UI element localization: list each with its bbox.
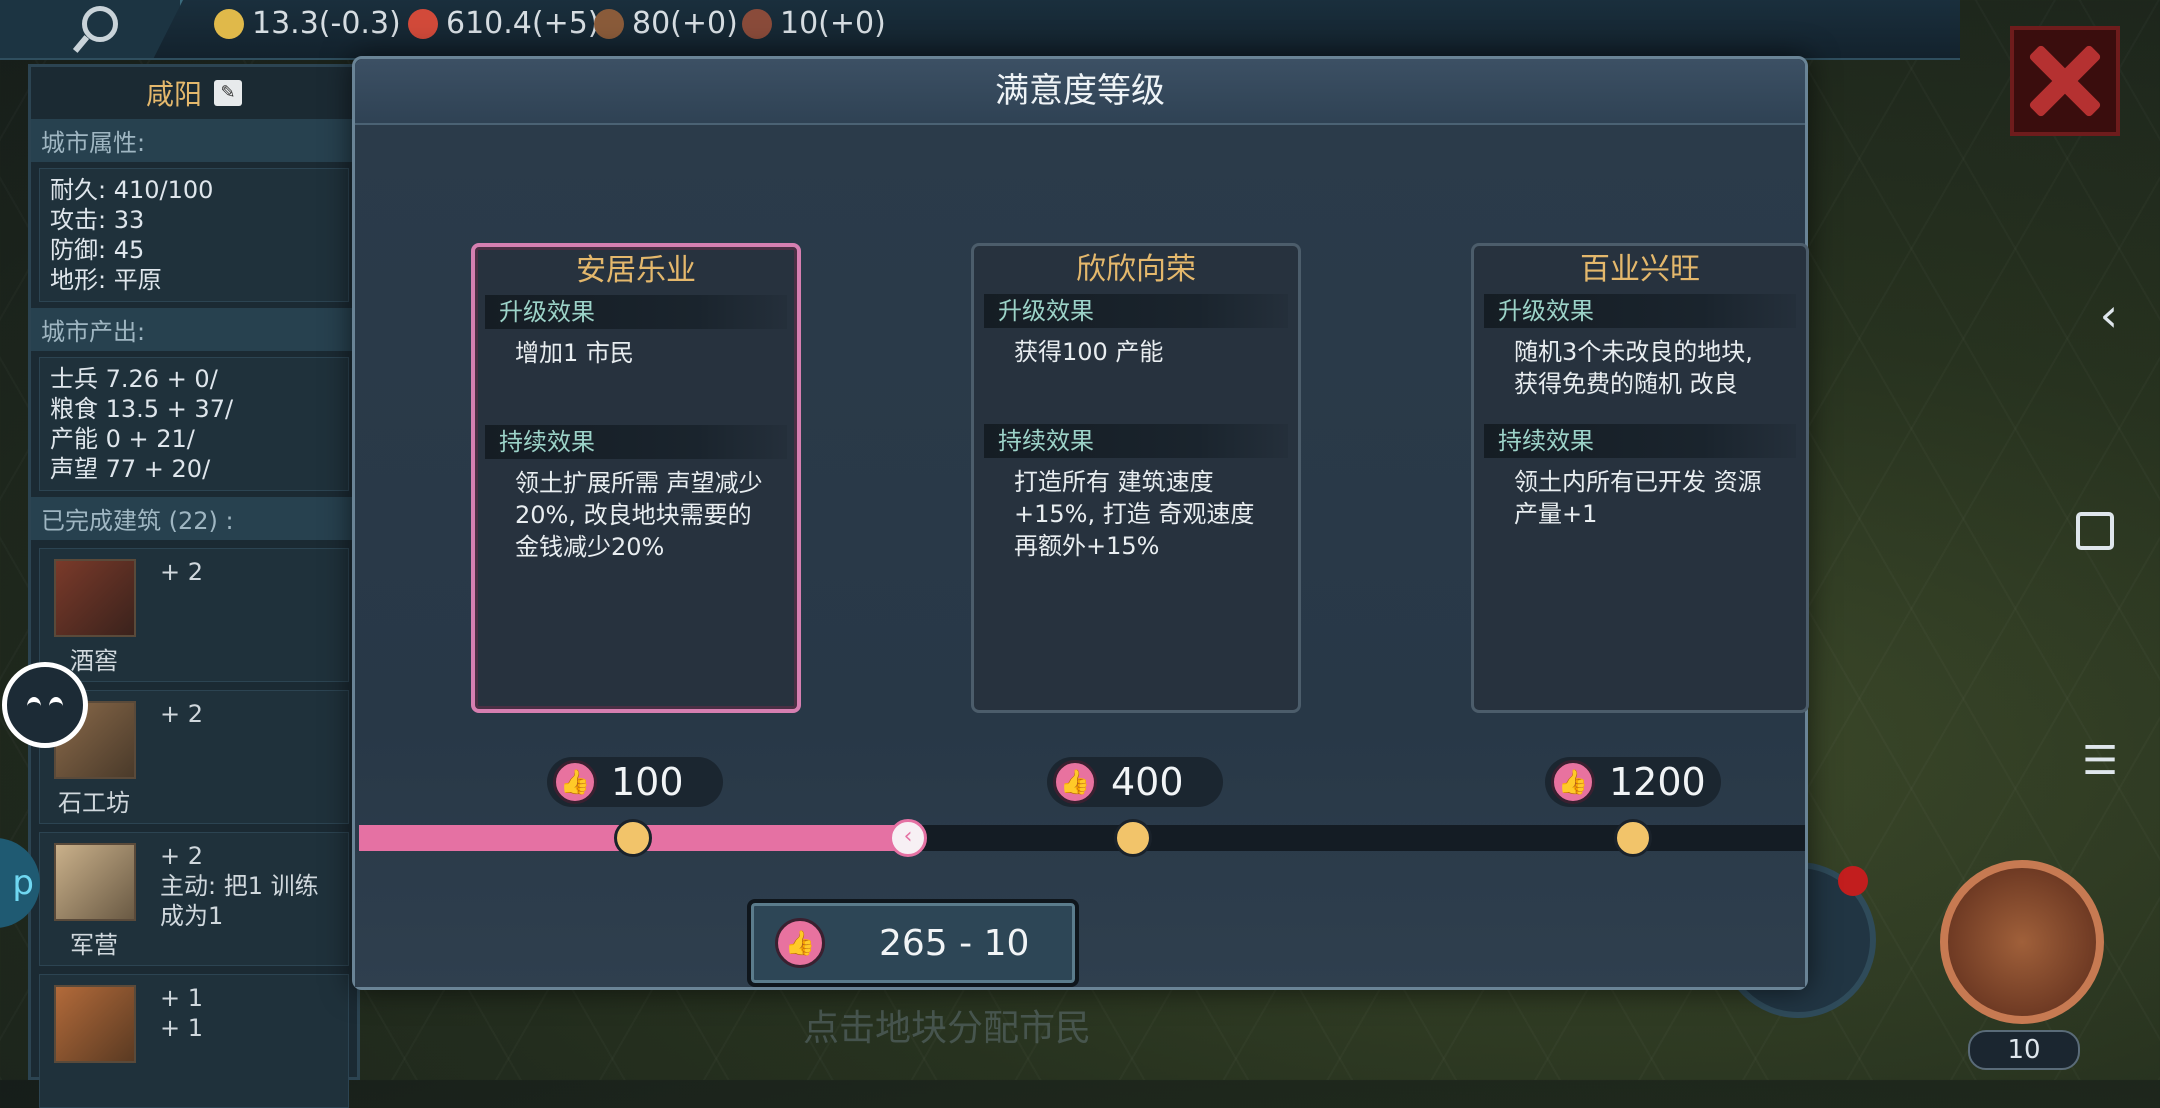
level-node-2 xyxy=(1114,819,1152,857)
current-position-marker: ‹ xyxy=(889,819,927,857)
thumbs-up-icon: 👍 xyxy=(553,760,597,804)
threshold-badge-2: 👍 400 xyxy=(1047,757,1223,807)
threshold-badge-3: 👍 1200 xyxy=(1545,757,1721,807)
level-card-3[interactable]: 百业兴旺 升级效果 随机3个未改良的地块, 获得免费的随机 改良 持续效果 领土… xyxy=(1471,243,1809,713)
building-item[interactable]: + 1 + 1 xyxy=(39,974,349,1108)
notification-dot xyxy=(1838,866,1868,896)
threshold-badge-1: 👍 100 xyxy=(547,757,723,807)
home-nav-icon[interactable] xyxy=(2076,512,2114,550)
search-button[interactable] xyxy=(0,0,183,58)
close-button[interactable] xyxy=(2010,26,2120,136)
building-thumb xyxy=(54,985,136,1063)
building-thumb xyxy=(54,559,136,637)
city-attr-header: 城市属性: xyxy=(31,119,357,162)
background-hint-text: 点击地块分配市民 xyxy=(803,1008,1092,1049)
assistant-avatar[interactable] xyxy=(2,662,88,748)
level-node-3 xyxy=(1614,819,1652,857)
city-panel: 咸阳 ✎ 城市属性: 耐久: 410/100 攻击: 33 防御: 45 地形:… xyxy=(28,64,360,1108)
ore-resource: 10(+0) xyxy=(742,6,886,41)
building-item[interactable]: 军营 + 2 主动: 把1 训练 成为1 xyxy=(39,832,349,966)
level-node-1 xyxy=(614,819,652,857)
edit-icon[interactable]: ✎ xyxy=(214,80,242,106)
city-wonder-button[interactable] xyxy=(1940,860,2104,1024)
ore-icon xyxy=(742,8,772,39)
city-name: 咸阳 xyxy=(145,78,202,111)
building-thumb xyxy=(54,843,136,921)
city-output-list: 士兵 7.26 + 0/ 粮食 13.5 + 37/ 产能 0 + 21/ 声望… xyxy=(39,357,349,491)
city-output-header: 城市产出: xyxy=(31,308,357,351)
horse-resource: 80(+0) xyxy=(594,6,738,41)
city-attr-list: 耐久: 410/100 攻击: 33 防御: 45 地形: 平原 xyxy=(39,168,349,302)
back-nav-icon[interactable]: ‹ xyxy=(2100,288,2118,342)
resource-bar: 13.3(-0.3) 610.4(+5) 80(+0) 10(+0) xyxy=(0,0,1960,60)
gold-resource: 13.3(-0.3) xyxy=(214,6,401,41)
level-card-2[interactable]: 欣欣向荣 升级效果 获得100 产能 持续效果 打造所有 建筑速度+15%, 打… xyxy=(971,243,1301,713)
modal-title: 满意度等级 xyxy=(355,59,1805,125)
satisfaction-modal: 满意度等级 安居乐业 升级效果 增加1 市民 持续效果 领土扩展所需 声望减少2… xyxy=(352,56,1809,1049)
soldier-helmet-icon xyxy=(408,8,438,39)
gold-coin-icon xyxy=(214,8,244,39)
city-name-row: 咸阳 ✎ xyxy=(31,67,357,119)
thumbs-up-icon: 👍 xyxy=(1053,760,1097,804)
search-icon xyxy=(82,6,118,42)
building-item[interactable]: 酒窖 + 2 xyxy=(39,548,349,682)
satisfaction-progress-track: ‹ xyxy=(359,819,1805,857)
current-satisfaction: 👍 265 - 10 xyxy=(747,899,1079,987)
thumbs-up-icon: 👍 xyxy=(1551,760,1595,804)
turn-counter: 10 xyxy=(1968,1030,2080,1070)
horse-icon xyxy=(594,8,624,39)
buildings-header: 已完成建筑 (22) : xyxy=(31,497,357,540)
modal-body: 安居乐业 升级效果 增加1 市民 持续效果 领土扩展所需 声望减少20%, 改良… xyxy=(355,125,1809,1049)
thumbs-up-icon: 👍 xyxy=(775,918,825,968)
level-card-1[interactable]: 安居乐业 升级效果 增加1 市民 持续效果 领土扩展所需 声望减少20%, 改良… xyxy=(471,243,801,713)
menu-nav-icon[interactable]: ☰ xyxy=(2082,738,2118,784)
soldier-resource: 610.4(+5) xyxy=(408,6,600,41)
